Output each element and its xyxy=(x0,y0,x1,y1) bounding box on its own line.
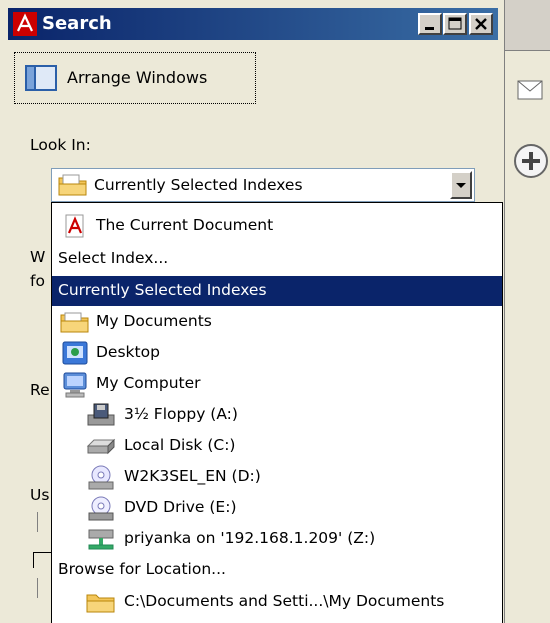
partial-control-edge xyxy=(37,512,38,532)
list-item-label: W2K3SEL_EN (D:) xyxy=(124,467,261,485)
dropdown-arrow-button[interactable] xyxy=(450,171,472,199)
indexes-folder-icon xyxy=(58,174,87,196)
list-item[interactable]: 3½ Floppy (A:) xyxy=(52,400,502,430)
partial-label-4: Us xyxy=(30,486,50,504)
network-drive-icon xyxy=(88,529,114,550)
window-title: Search xyxy=(42,13,112,34)
list-item-label: Select Index... xyxy=(58,249,169,267)
list-item[interactable]: C:\Documents and Setti...\My Documents xyxy=(52,587,502,617)
list-item-label: Desktop xyxy=(96,343,160,361)
list-item-label: 3½ Floppy (A:) xyxy=(124,405,238,423)
close-icon xyxy=(475,18,487,30)
look-in-dropdown-list[interactable]: The Current Document Select Index... Cur… xyxy=(51,202,503,623)
dvd-drive-icon xyxy=(88,496,114,521)
partial-control-edge xyxy=(37,578,38,598)
side-tab[interactable] xyxy=(505,0,550,51)
partial-label-2: fo xyxy=(30,272,45,290)
document-side-panel xyxy=(504,0,550,623)
list-item-selected[interactable]: Currently Selected Indexes xyxy=(52,276,502,306)
arrange-windows-label: Arrange Windows xyxy=(67,68,208,87)
list-item-label: priyanka on '192.168.1.209' (Z:) xyxy=(124,529,376,547)
list-item-label: Browse for Location... xyxy=(58,560,226,578)
hard-disk-icon xyxy=(86,438,116,455)
folder-icon xyxy=(86,594,115,613)
partial-label-3: Re xyxy=(30,381,50,399)
partial-control-edge xyxy=(33,552,51,553)
list-item[interactable]: W2K3SEL_EN (D:) xyxy=(52,462,502,492)
acrobat-icon xyxy=(13,12,37,36)
pdf-document-icon xyxy=(65,214,84,238)
list-item[interactable]: Browse for Location... xyxy=(52,555,502,585)
partial-control-edge xyxy=(33,552,34,568)
list-item[interactable]: My Computer xyxy=(52,369,502,399)
folder-documents-icon xyxy=(60,312,89,333)
minimize-icon xyxy=(425,27,434,30)
list-item-label: My Computer xyxy=(96,374,201,392)
list-item-label: The Current Document xyxy=(96,216,274,234)
list-item-label: C:\Documents and Setti...\My Documents xyxy=(124,592,445,610)
floppy-drive-icon xyxy=(87,403,115,426)
look-in-value: Currently Selected Indexes xyxy=(94,176,303,194)
desktop-icon xyxy=(62,341,88,365)
minimize-button[interactable] xyxy=(418,13,442,35)
look-in-label: Look In: xyxy=(30,136,91,154)
chevron-down-icon xyxy=(456,183,466,188)
list-item[interactable]: Select Index... xyxy=(52,244,502,274)
list-item-label: Currently Selected Indexes xyxy=(58,281,267,299)
title-bar[interactable]: Search xyxy=(8,8,498,40)
computer-icon xyxy=(63,372,87,398)
list-item[interactable]: DVD Drive (E:) xyxy=(52,493,502,523)
list-item[interactable]: Local Disk (C:) xyxy=(52,431,502,461)
list-item[interactable]: The Current Document xyxy=(52,211,502,241)
envelope-icon[interactable] xyxy=(517,80,543,100)
list-item[interactable]: Desktop xyxy=(52,338,502,368)
look-in-select[interactable]: Currently Selected Indexes xyxy=(51,168,475,202)
list-item[interactable]: priyanka on '192.168.1.209' (Z:) xyxy=(52,524,502,554)
cd-drive-icon xyxy=(88,465,114,490)
close-button[interactable] xyxy=(469,13,493,35)
list-item-label: My Documents xyxy=(96,312,212,330)
list-item-label: Local Disk (C:) xyxy=(124,436,236,454)
maximize-icon xyxy=(448,17,462,30)
arrange-windows-button[interactable]: Arrange Windows xyxy=(14,52,256,104)
maximize-button[interactable] xyxy=(443,13,467,35)
list-item[interactable]: My Documents xyxy=(52,307,502,337)
partial-label-1: W xyxy=(30,248,46,266)
add-icon[interactable] xyxy=(513,143,549,179)
list-item-label: DVD Drive (E:) xyxy=(124,498,237,516)
arrange-windows-icon xyxy=(25,65,57,91)
